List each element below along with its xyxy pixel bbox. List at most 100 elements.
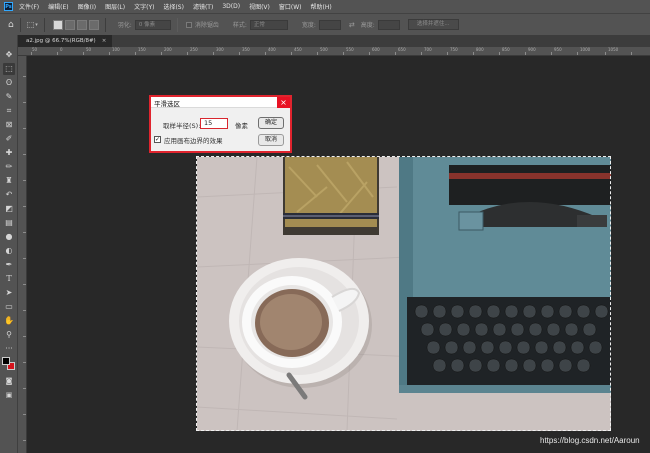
height-input[interactable]: [377, 19, 400, 30]
sample-radius-input[interactable]: 15: [200, 118, 228, 129]
menu-image[interactable]: 图像(I): [78, 2, 96, 11]
menu-help[interactable]: 帮助(H): [311, 2, 332, 11]
close-icon[interactable]: ×: [102, 38, 107, 44]
gradient-tool-icon[interactable]: ▤: [3, 217, 15, 229]
document-tab[interactable]: a2.jpg @ 66.7%(RGB/8#) ×: [18, 35, 113, 47]
pen-tool-icon[interactable]: ✒: [3, 259, 15, 271]
ruler-tick: [631, 52, 632, 55]
eraser-tool-icon[interactable]: ◩: [3, 203, 15, 215]
ruler-tick: [23, 76, 26, 77]
ruler-tick: [57, 52, 58, 55]
clone-stamp-tool-icon[interactable]: ♜: [3, 175, 15, 187]
rect-marquee-tool-icon[interactable]: ⬚: [3, 63, 15, 75]
home-icon[interactable]: ⌂: [8, 20, 14, 30]
sample-radius-label: 取样半径(S):: [163, 122, 201, 130]
ruler-number: 50: [86, 47, 92, 52]
options-bar: ⌂ ⬚ ▾ 羽化: 0 像素 消除锯齿 样式: 正常 宽度: ⇄ 高度: 选择并…: [0, 13, 650, 35]
path-selection-tool-icon[interactable]: ➤: [3, 287, 15, 299]
antialias-label: 消除锯齿: [194, 22, 219, 29]
subtract-from-selection-button[interactable]: [76, 19, 87, 30]
hand-tool-icon[interactable]: ✋: [3, 315, 15, 327]
apply-canvas-edge-label: 应用画布边界的效果: [164, 137, 223, 145]
divider: [104, 17, 106, 32]
width-label: 宽度:: [301, 22, 316, 29]
crop-tool-icon[interactable]: ⌗: [3, 105, 15, 117]
screen-mode-icon[interactable]: ▣: [3, 389, 15, 401]
swap-icon[interactable]: ⇄: [349, 21, 355, 29]
ruler-number: 100: [112, 47, 120, 52]
type-tool-icon[interactable]: T: [3, 273, 15, 285]
ruler-tick: [23, 284, 26, 285]
menu-view[interactable]: 视图(V): [249, 2, 270, 11]
dodge-tool-icon[interactable]: ◐: [3, 245, 15, 257]
feather-input[interactable]: 0 像素: [134, 19, 171, 30]
menu-edit[interactable]: 编辑(E): [48, 2, 68, 11]
ruler-number: 50: [32, 47, 38, 52]
ruler-tick: [23, 310, 26, 311]
horizontal-ruler: 50 0 50 100 150 200 250 300 350 400 450 …: [18, 47, 650, 56]
ruler-number: 200: [164, 47, 172, 52]
select-and-mask-button[interactable]: 选择并遮住...: [407, 19, 459, 30]
new-selection-button[interactable]: [52, 19, 63, 30]
more-tools-icon[interactable]: ···: [3, 343, 15, 355]
rect-marquee-preset-icon[interactable]: ⬚: [27, 20, 35, 29]
ruler-tick: [23, 414, 26, 415]
ruler-tick: [605, 52, 606, 55]
ruler-tick: [161, 52, 162, 55]
blur-tool-icon[interactable]: ●: [3, 231, 15, 243]
ruler-tick: [421, 52, 422, 55]
chevron-down-icon[interactable]: ▾: [35, 22, 38, 28]
ruler-tick: [23, 206, 26, 207]
quick-mask-icon[interactable]: ◙: [3, 375, 15, 387]
eyedropper-tool-icon[interactable]: ✐: [3, 133, 15, 145]
dialog-title-bar[interactable]: 平滑选区 ×: [151, 97, 290, 108]
menu-layer[interactable]: 图层(L): [105, 2, 125, 11]
add-to-selection-button[interactable]: [64, 19, 75, 30]
ruler-tick: [23, 102, 26, 103]
ruler-tick: [187, 52, 188, 55]
intersect-selection-button[interactable]: [88, 19, 99, 30]
ruler-tick: [23, 336, 26, 337]
menu-window[interactable]: 窗口(W): [279, 2, 302, 11]
brush-tool-icon[interactable]: ✏: [3, 161, 15, 173]
foreground-color-swatch[interactable]: [2, 357, 10, 365]
ruler-number: 800: [476, 47, 484, 52]
ok-button[interactable]: 确定: [258, 117, 284, 129]
style-select[interactable]: 正常: [249, 19, 288, 30]
document-tab-bar: a2.jpg @ 66.7%(RGB/8#) ×: [18, 35, 650, 47]
ruler-tick: [23, 128, 26, 129]
ruler-number: 150: [138, 47, 146, 52]
ruler-tick: [135, 52, 136, 55]
menu-select[interactable]: 选择(S): [163, 2, 184, 11]
shape-tool-icon[interactable]: ▭: [3, 301, 15, 313]
menu-type[interactable]: 文字(Y): [134, 2, 154, 11]
width-input[interactable]: [318, 19, 341, 30]
healing-brush-tool-icon[interactable]: ✚: [3, 147, 15, 159]
ruler-tick: [23, 154, 26, 155]
ruler-tick: [23, 362, 26, 363]
lasso-tool-icon[interactable]: ʘ: [3, 77, 15, 89]
ruler-tick: [23, 440, 26, 441]
frame-tool-icon[interactable]: ⊠: [3, 119, 15, 131]
ruler-number: 700: [424, 47, 432, 52]
close-icon[interactable]: ×: [277, 97, 290, 108]
menu-file[interactable]: 文件(F): [19, 2, 39, 11]
ruler-tick: [369, 52, 370, 55]
height-label: 高度:: [360, 22, 375, 29]
antialias-checkbox[interactable]: [185, 21, 192, 28]
ruler-tick: [23, 388, 26, 389]
move-tool-icon[interactable]: ✥: [3, 49, 15, 61]
ruler-number: 600: [372, 47, 380, 52]
history-brush-tool-icon[interactable]: ↶: [3, 189, 15, 201]
quick-select-tool-icon[interactable]: ✎: [3, 91, 15, 103]
menu-filter[interactable]: 滤镜(T): [193, 2, 213, 11]
sample-radius-unit: 像素: [235, 122, 248, 130]
ruler-number: 650: [398, 47, 406, 52]
menu-3d[interactable]: 3D(D): [222, 3, 240, 10]
cancel-button[interactable]: 取消: [258, 134, 284, 146]
ruler-tick: [473, 52, 474, 55]
watermark-text: https://blog.csdn.net/Aaroun: [540, 436, 640, 445]
apply-canvas-edge-checkbox[interactable]: ✓: [154, 136, 161, 143]
ruler-number: 250: [190, 47, 198, 52]
zoom-tool-icon[interactable]: ⚲: [3, 329, 15, 341]
